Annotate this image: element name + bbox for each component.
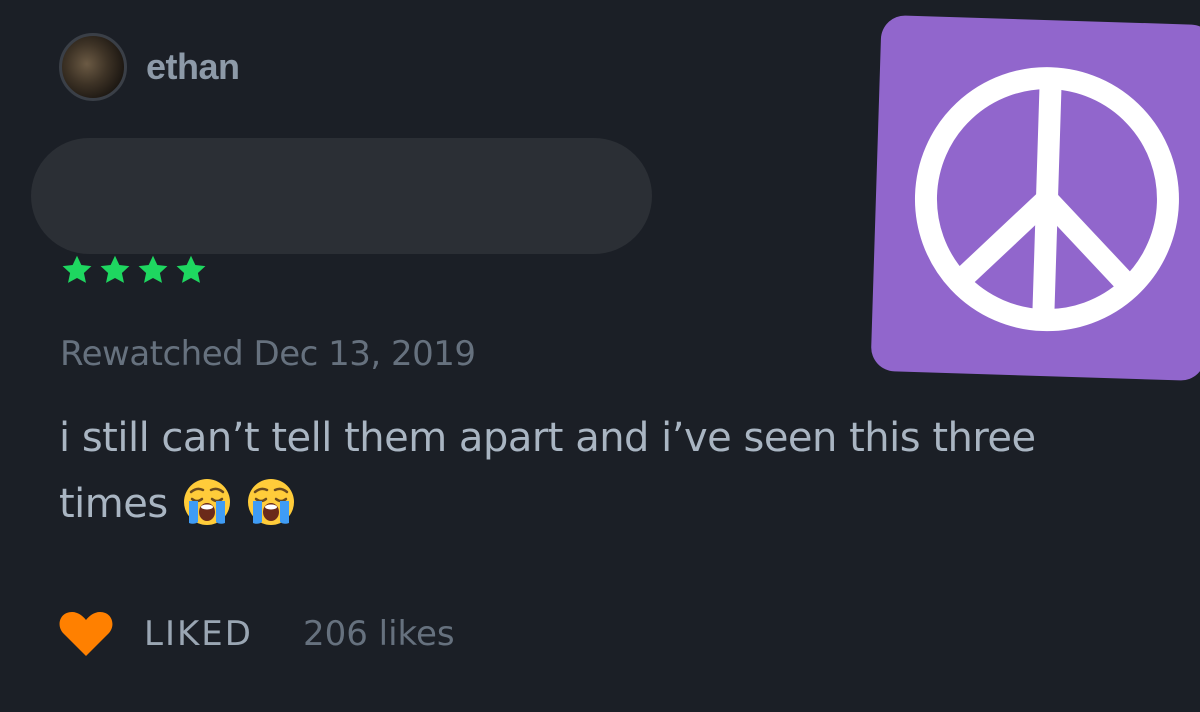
poster[interactable]	[870, 14, 1200, 382]
avatar[interactable]	[59, 33, 127, 101]
likes-count[interactable]: 206 likes	[303, 614, 455, 654]
star-icon	[62, 255, 92, 283]
rating-stars	[58, 252, 210, 288]
peace-sign-icon	[914, 67, 1179, 332]
username[interactable]: ethan	[146, 46, 240, 88]
review-body: i still can’t tell them apart and i’ve s…	[59, 405, 1139, 537]
rewatch-date: Rewatched Dec 13, 2019	[60, 334, 476, 374]
star-icon	[100, 255, 130, 283]
liked-label[interactable]: LIKED	[144, 614, 253, 654]
loudly-crying-face-emoji	[183, 479, 230, 525]
heart-icon[interactable]	[58, 610, 114, 658]
loudly-crying-face-emoji	[248, 479, 295, 525]
redacted-title-bar	[31, 138, 652, 254]
like-row: LIKED 206 likes	[58, 610, 455, 658]
star-icon	[138, 255, 168, 283]
star-icon	[176, 255, 206, 283]
